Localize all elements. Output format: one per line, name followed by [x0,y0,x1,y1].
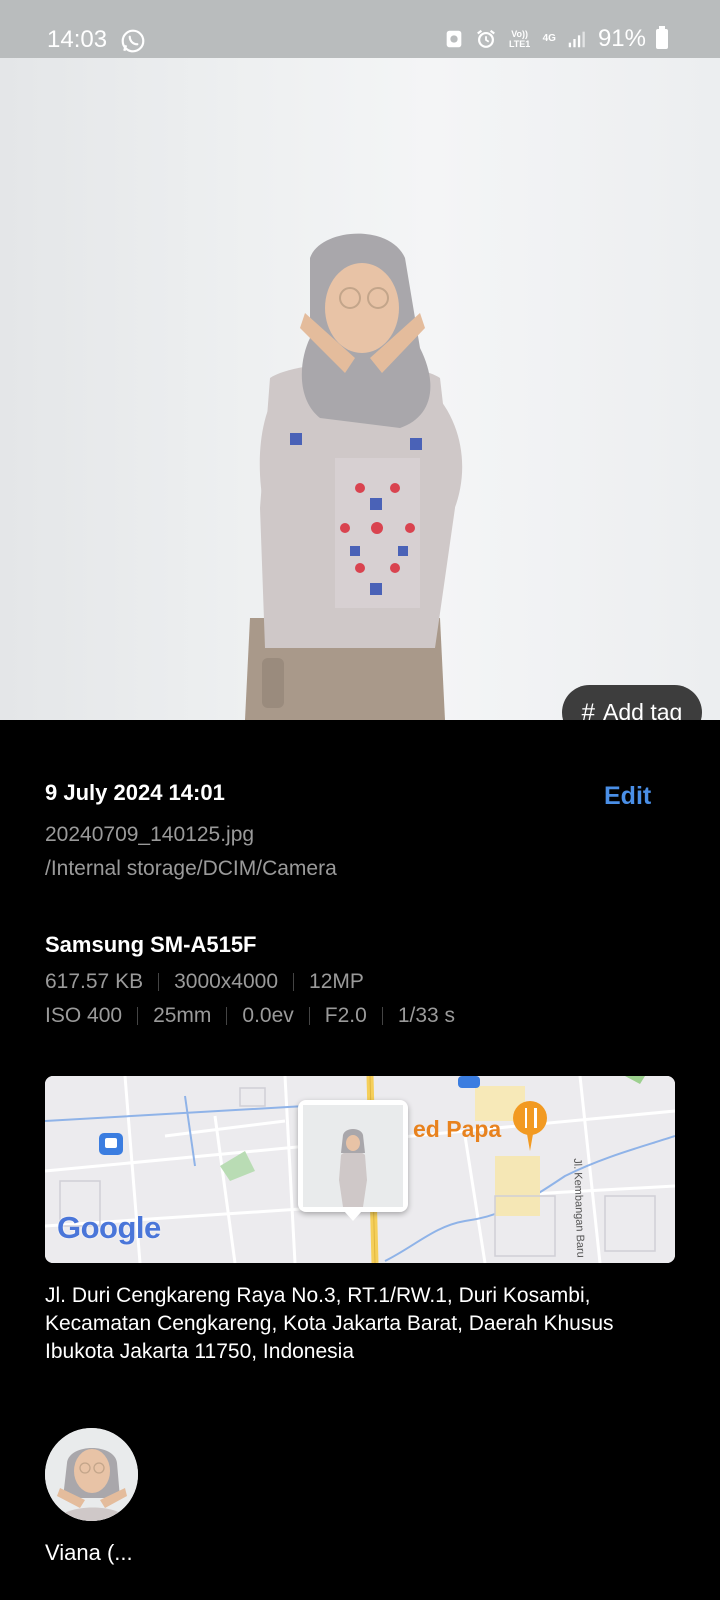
focal-length: 25mm [153,1004,212,1027]
megapixels: 12MP [309,970,364,993]
photo-date-time: 9 July 2024 14:01 [45,780,225,805]
network-type-icon: 4G [542,33,556,44]
edit-button[interactable]: Edit [604,782,651,811]
alarm-icon [476,29,495,48]
map-photo-thumbnail [303,1105,403,1207]
signal-icon [568,31,585,48]
photo-preview[interactable]: # Add tag [0,58,720,720]
file-name: 20240709_140125.jpg [45,823,255,846]
whatsapp-icon [121,29,145,53]
battery-icon [656,26,668,49]
status-bar: 14:03 Vo)) LTE1 4G 91% [0,0,720,58]
notification-icon [446,30,461,48]
aperture: F2.0 [324,1004,367,1027]
location-map[interactable]: ed Papa Jl. Kembangan Baru Google [45,1076,675,1263]
google-logo: Google [57,1210,161,1245]
shutter-speed: 1/33 s [397,1004,456,1027]
volte-icon: Vo)) LTE1 [508,29,531,49]
hashtag-icon: # [581,698,596,721]
person-name[interactable]: Viana (... [45,1540,133,1566]
file-size: 617.57 KB [45,970,144,993]
divider [293,973,295,991]
avatar-image [45,1428,138,1521]
add-tag-button[interactable]: # Add tag [562,685,702,720]
divider [137,1007,139,1025]
battery-percent: 91% [597,25,646,52]
person-avatar[interactable] [45,1428,138,1521]
exposure-value: 0.0ev [242,1004,294,1027]
divider [158,973,160,991]
divider [308,1007,310,1025]
iso-value: ISO 400 [45,1004,123,1027]
file-specs: 617.57 KB 3000x4000 12MP [45,970,364,994]
marker-pointer [344,1211,362,1221]
status-time: 14:03 [47,26,108,53]
details-panel: 9 July 2024 14:01 Edit 20240709_140125.j… [0,720,720,1600]
device-name: Samsung SM-A515F [45,932,257,957]
location-address: Jl. Duri Cengkareng Raya No.3, RT.1/RW.1… [45,1284,614,1363]
photo-image [245,233,463,720]
divider [226,1007,228,1025]
map-photo-marker[interactable] [298,1100,408,1221]
add-tag-label: Add tag [603,699,683,720]
map-place-label: ed Papa [413,1116,502,1142]
divider [381,1007,383,1025]
resolution: 3000x4000 [174,970,279,993]
camera-specs: ISO 400 25mm 0.0ev F2.0 1/33 s [45,1004,455,1028]
file-path: /Internal storage/DCIM/Camera [45,857,337,880]
